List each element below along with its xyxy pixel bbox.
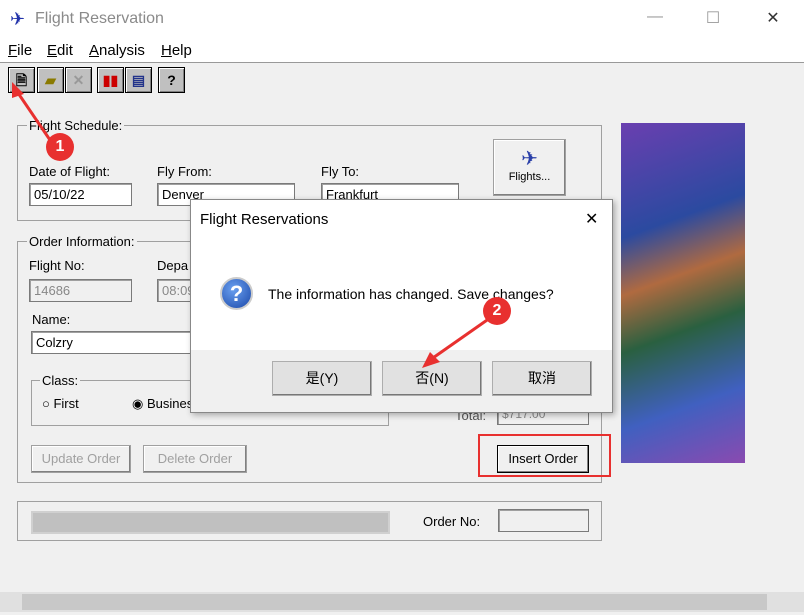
arrow-1-head [12, 82, 24, 98]
annotation-layer [12, 82, 611, 477]
insert-order-highlight [478, 434, 611, 477]
step-2-badge: 2 [483, 297, 511, 325]
arrow-1 [14, 89, 52, 141]
step-1-badge: 1 [46, 133, 74, 161]
arrow-2 [429, 316, 491, 362]
